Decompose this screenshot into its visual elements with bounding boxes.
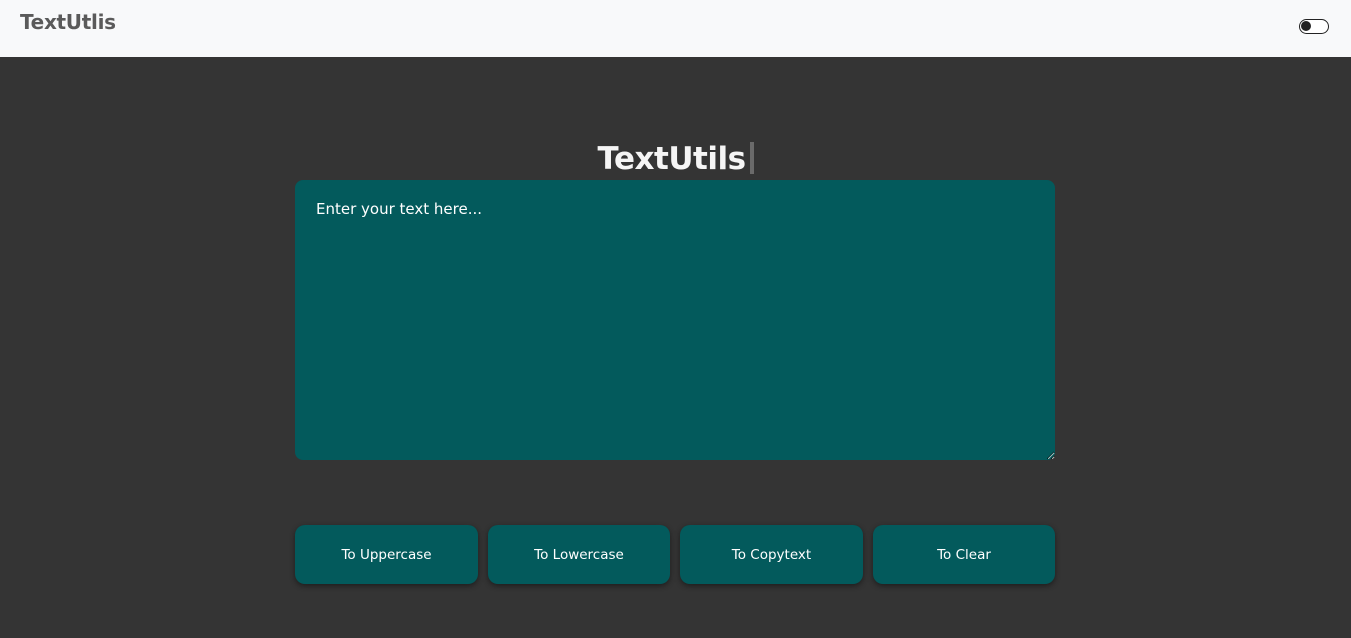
page-title-text: TextUtils bbox=[597, 141, 746, 177]
toggle-knob-icon bbox=[1301, 21, 1311, 31]
uppercase-button[interactable]: To Uppercase bbox=[295, 525, 478, 584]
navbar-brand[interactable]: TextUtlis bbox=[20, 10, 116, 34]
page-title: TextUtils bbox=[0, 141, 1351, 177]
typing-cursor-icon bbox=[749, 142, 754, 174]
copytext-button[interactable]: To Copytext bbox=[680, 525, 863, 584]
text-input-area[interactable] bbox=[295, 180, 1055, 460]
dark-mode-toggle[interactable] bbox=[1299, 19, 1329, 34]
navbar: TextUtlis bbox=[0, 0, 1351, 57]
clear-button[interactable]: To Clear bbox=[873, 525, 1055, 584]
lowercase-button[interactable]: To Lowercase bbox=[488, 525, 670, 584]
